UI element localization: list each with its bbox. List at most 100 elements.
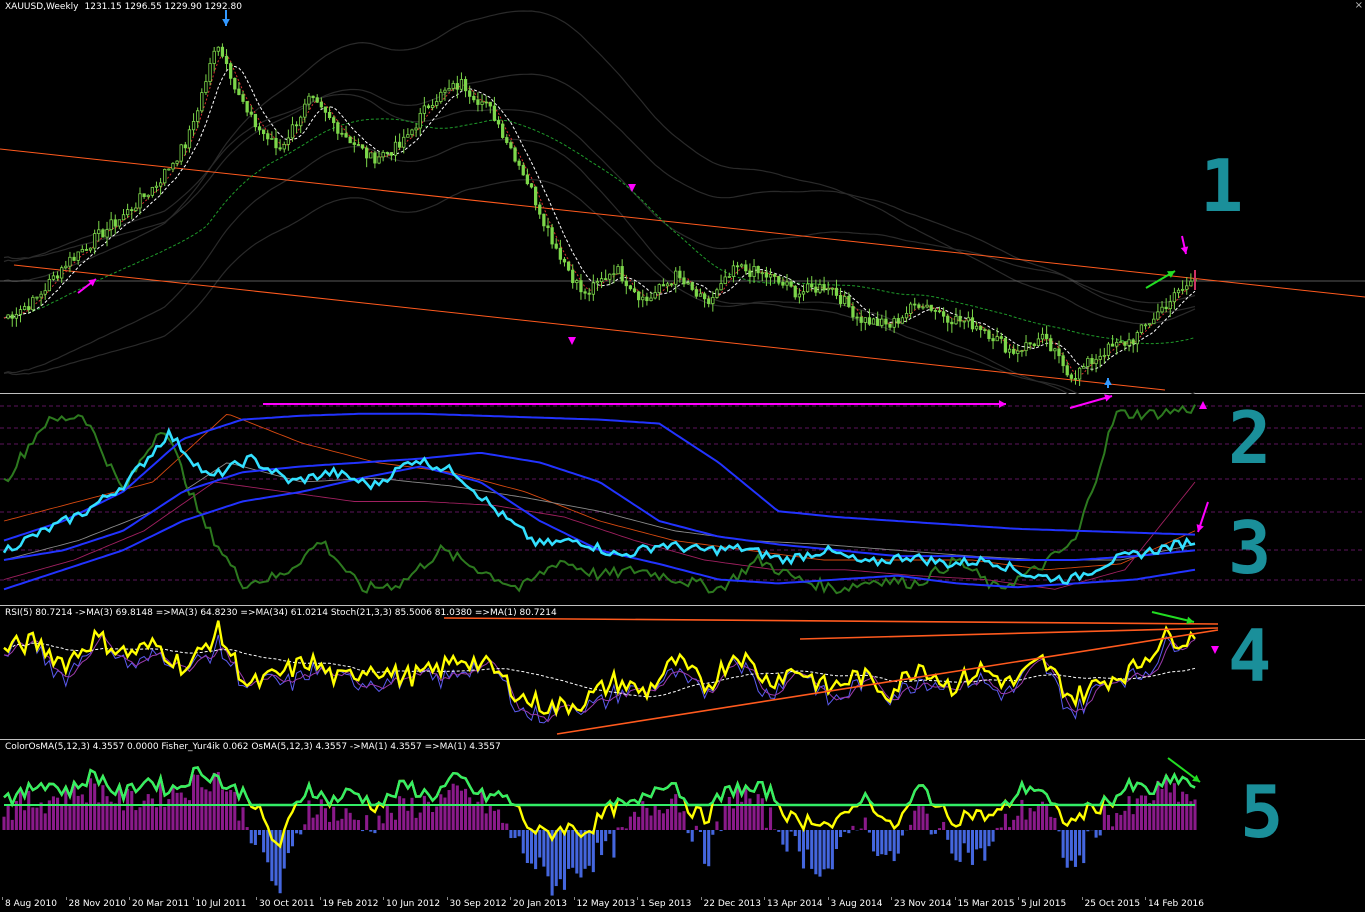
candle-body — [1073, 378, 1078, 380]
candle-body — [604, 278, 608, 280]
osma-bar — [245, 827, 249, 830]
osma-bar — [810, 830, 814, 869]
osma-bar — [31, 807, 35, 830]
osma-bar — [389, 812, 393, 830]
osma-bar — [764, 827, 768, 830]
osma-bar — [496, 809, 501, 830]
osma-bar — [793, 830, 797, 837]
osma-bar — [1024, 819, 1028, 830]
candle-body — [332, 117, 336, 124]
osma-bar — [600, 830, 604, 856]
x-tick-mark — [319, 897, 321, 900]
osma-bar — [373, 830, 377, 834]
osma-bar — [192, 774, 196, 830]
candle-body — [105, 229, 109, 238]
candle-body — [628, 285, 633, 290]
x-tick-mark — [256, 897, 257, 900]
indicator-pane-bands[interactable]: 2 3 — [0, 394, 1365, 606]
candle-body — [690, 282, 694, 290]
osma-bar — [105, 796, 109, 830]
x-tick-label: 20 Jan 2013 — [513, 899, 567, 909]
candle-body — [777, 276, 781, 283]
osma-bar — [657, 809, 661, 830]
candle-body — [1090, 358, 1094, 365]
candle-body — [612, 273, 616, 276]
candle-body — [327, 111, 332, 119]
candle-body — [93, 233, 97, 249]
osma-bar — [472, 804, 476, 830]
candle-body — [521, 164, 525, 176]
rsi-chart — [3, 611, 1219, 735]
price-pane[interactable]: XAUUSD,Weekly 1231.15 1296.55 1229.90 129… — [0, 0, 1365, 394]
osma-bar — [843, 830, 847, 832]
candle-body — [913, 303, 917, 306]
candle-body — [624, 280, 628, 287]
candle-body — [653, 292, 657, 299]
candle-body — [224, 55, 229, 65]
osma-bar — [929, 830, 933, 835]
x-axis: 8 Aug 2010 28 Nov 2010 20 Mar 2011 10 Jul 2… — [0, 897, 1365, 912]
osma-bar — [1016, 815, 1020, 830]
osma-bar — [612, 830, 616, 858]
osma-bar — [880, 830, 884, 855]
candle-body — [707, 298, 711, 304]
candle-body — [150, 187, 154, 196]
close-icon[interactable]: × — [1355, 0, 1363, 11]
osma-bar — [1119, 814, 1123, 830]
x-tick-label: 25 Oct 2015 — [1084, 899, 1141, 909]
envelope-line — [3, 73, 1196, 313]
candle-body — [797, 293, 802, 298]
candle-body — [175, 160, 179, 164]
osma-bar — [80, 794, 84, 830]
candle-body — [533, 186, 538, 206]
candle-body — [468, 90, 472, 97]
candle-body — [1082, 366, 1086, 369]
candle-body — [220, 46, 225, 57]
candle-body — [620, 266, 624, 282]
rsi-pane[interactable]: RSI(5) 80.7214 ->MA(3) 69.8148 =>MA(3) 6… — [0, 606, 1365, 740]
osma-bar — [670, 798, 674, 830]
osma-bar — [1082, 830, 1086, 864]
osma-bar — [991, 830, 995, 842]
candle-body — [381, 151, 385, 158]
x-tick-label: 3 Aug 2014 — [830, 899, 883, 909]
osma-bar — [274, 830, 278, 886]
osma-bar — [56, 797, 60, 830]
candle-body — [871, 318, 876, 325]
candle-body — [591, 282, 595, 295]
osma-bar — [266, 830, 270, 863]
osma-bar — [1003, 813, 1007, 830]
osma-bar — [422, 795, 426, 830]
candle-body — [319, 101, 323, 108]
ma-mid-line — [3, 65, 1196, 370]
candle-body — [72, 256, 76, 261]
candle-body — [682, 277, 686, 285]
osma-bar — [979, 830, 983, 849]
candle-body — [991, 338, 995, 342]
magenta-marker-icon — [1211, 646, 1219, 654]
osma-bar — [286, 830, 290, 854]
candle-body — [892, 318, 896, 328]
osma-bar — [196, 774, 200, 830]
osma-bar — [35, 807, 39, 830]
rsi-support-line — [556, 629, 1219, 735]
candle-body — [101, 229, 105, 238]
magenta-arrow-icon-head — [1180, 246, 1189, 254]
candle-body — [76, 251, 80, 261]
price-chart — [0, 10, 1365, 394]
candle-body — [517, 160, 521, 166]
osma-pane[interactable]: ColorOsMA(5,12,3) 4.3557 0.0000 Fisher_Y… — [0, 740, 1365, 897]
osma-bar — [439, 794, 443, 830]
candle-body — [1024, 342, 1028, 352]
candle-body — [880, 318, 884, 326]
osma-bar — [711, 830, 715, 835]
osma-bar — [183, 797, 187, 830]
x-tick-label: 10 Jul 2011 — [195, 899, 247, 909]
candle-body — [632, 288, 637, 293]
candle-body — [6, 314, 10, 319]
candle-body — [406, 134, 410, 138]
osma-bar — [571, 830, 575, 868]
osma-bar — [921, 806, 925, 830]
osma-bar — [340, 818, 344, 830]
ohlc-readout: 1231.15 1296.55 1229.90 1292.80 — [84, 2, 242, 12]
